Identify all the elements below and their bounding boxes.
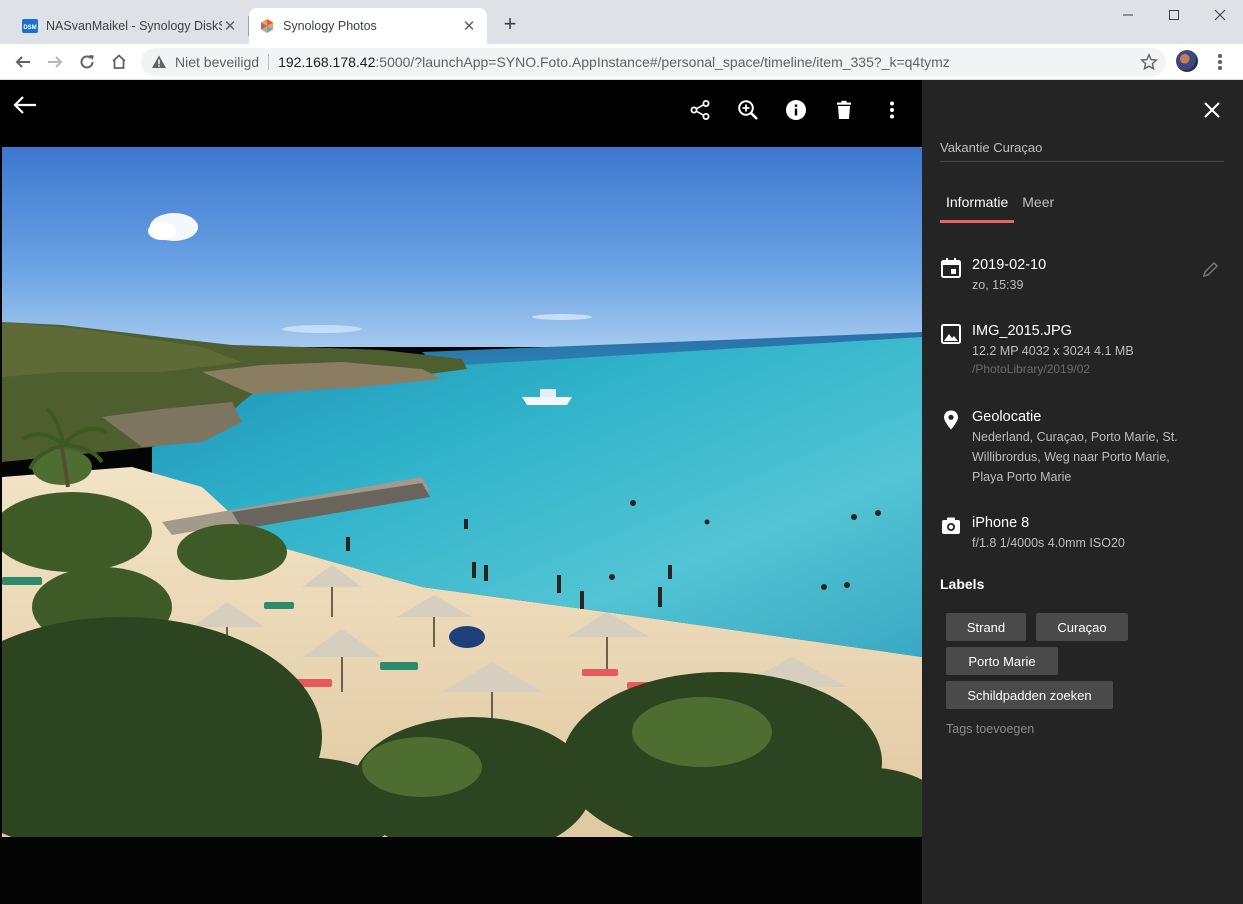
- date-value: 2019-02-10: [972, 257, 1047, 273]
- security-label[interactable]: Niet beveiligd: [175, 54, 259, 70]
- file-row: IMG_2015.JPG 12.2 MP 4032 x 3024 4.1 MB …: [940, 323, 1230, 376]
- more-vert-icon[interactable]: [878, 96, 906, 124]
- calendar-icon: [940, 257, 964, 281]
- zoom-in-icon[interactable]: [734, 96, 762, 124]
- labels-heading: Labels: [940, 576, 985, 592]
- camera-model: iPhone 8: [972, 515, 1030, 531]
- geolocation-title: Geolocatie: [972, 409, 1042, 425]
- file-details: 12.2 MP 4032 x 3024 4.1 MB: [972, 344, 1134, 358]
- label-chip[interactable]: Strand: [946, 613, 1026, 641]
- info-icon[interactable]: [782, 96, 810, 124]
- delete-icon[interactable]: [830, 96, 858, 124]
- back-icon[interactable]: [10, 49, 36, 75]
- reload-icon[interactable]: [74, 49, 100, 75]
- address-bar[interactable]: Niet beveiligd 192.168.178.42:5000/?laun…: [141, 48, 1166, 76]
- label-chip[interactable]: Curaçao: [1036, 613, 1128, 641]
- bookmark-star-icon[interactable]: [1140, 53, 1158, 71]
- tab-informatie[interactable]: Informatie: [940, 194, 1015, 223]
- label-chip[interactable]: Porto Marie: [946, 647, 1058, 675]
- browser-tab-photos[interactable]: Synology Photos ✕: [249, 8, 487, 44]
- tab-close-icon[interactable]: ✕: [461, 17, 477, 35]
- file-name: IMG_2015.JPG: [972, 323, 1072, 339]
- share-icon[interactable]: [686, 96, 714, 124]
- tab-close-icon[interactable]: ✕: [222, 17, 238, 35]
- panel-tabs: Informatie Meer: [940, 194, 1060, 223]
- dsm-icon: DSM: [22, 18, 38, 34]
- album-name[interactable]: Vakantie Curaçao: [940, 140, 1042, 155]
- browser-toolbar: Niet beveiligd 192.168.178.42:5000/?laun…: [0, 44, 1243, 80]
- synology-photos-icon: [259, 18, 275, 34]
- label-chip[interactable]: Schildpadden zoeken: [946, 681, 1113, 709]
- date-sub: zo, 15:39: [972, 278, 1024, 292]
- browser-tabstrip: DSM NASvanMaikel - Synology DiskSta ✕ Sy…: [0, 0, 1243, 44]
- back-arrow-icon[interactable]: [11, 91, 39, 119]
- camera-row: iPhone 8 f/1.8 1/4000s 4.0mm ISO20: [940, 515, 1230, 553]
- warning-icon: [152, 55, 166, 68]
- geolocation-address: Nederland, Curaçao, Porto Marie, St. Wil…: [972, 430, 1178, 484]
- viewer-toolbar: [0, 80, 922, 146]
- home-icon[interactable]: [106, 49, 132, 75]
- browser-tab-title: NASvanMaikel - Synology DiskSta: [46, 19, 222, 33]
- file-path[interactable]: /PhotoLibrary/2019/02: [972, 362, 1134, 376]
- camera-icon: [940, 515, 964, 539]
- url-path: :5000/?launchApp=SYNO.Foto.AppInstance#/…: [375, 54, 950, 70]
- info-panel: Vakantie Curaçao Informatie Meer 2019-02…: [922, 80, 1243, 904]
- browser-menu-icon[interactable]: [1210, 52, 1230, 72]
- camera-exif: f/1.8 1/4000s 4.0mm ISO20: [972, 536, 1125, 550]
- window-close-icon[interactable]: [1197, 0, 1243, 30]
- photo-viewer: [0, 80, 922, 904]
- add-tags-input[interactable]: Tags toevoegen: [946, 722, 1034, 736]
- url-host: 192.168.178.42: [278, 54, 376, 70]
- album-underline: [940, 161, 1224, 162]
- date-row: 2019-02-10 zo, 15:39: [940, 257, 1230, 295]
- beach-photo: [2, 147, 922, 837]
- forward-icon[interactable]: [42, 49, 68, 75]
- browser-tab-title: Synology Photos: [283, 19, 377, 33]
- location-pin-icon: [940, 409, 964, 433]
- tab-meer[interactable]: Meer: [1016, 194, 1060, 223]
- new-tab-icon[interactable]: +: [498, 13, 522, 37]
- svg-text:DSM: DSM: [23, 25, 36, 31]
- profile-avatar[interactable]: [1176, 50, 1198, 72]
- browser-tab-diskstation[interactable]: DSM NASvanMaikel - Synology DiskSta ✕: [12, 8, 248, 44]
- address-divider: [268, 54, 270, 70]
- image-icon: [940, 323, 964, 347]
- minimize-icon[interactable]: [1105, 0, 1151, 30]
- location-row: Geolocatie Nederland, Curaçao, Porto Mar…: [940, 409, 1230, 487]
- edit-pencil-icon[interactable]: [1202, 260, 1220, 278]
- maximize-icon[interactable]: [1151, 0, 1197, 30]
- close-panel-icon[interactable]: [1202, 100, 1222, 120]
